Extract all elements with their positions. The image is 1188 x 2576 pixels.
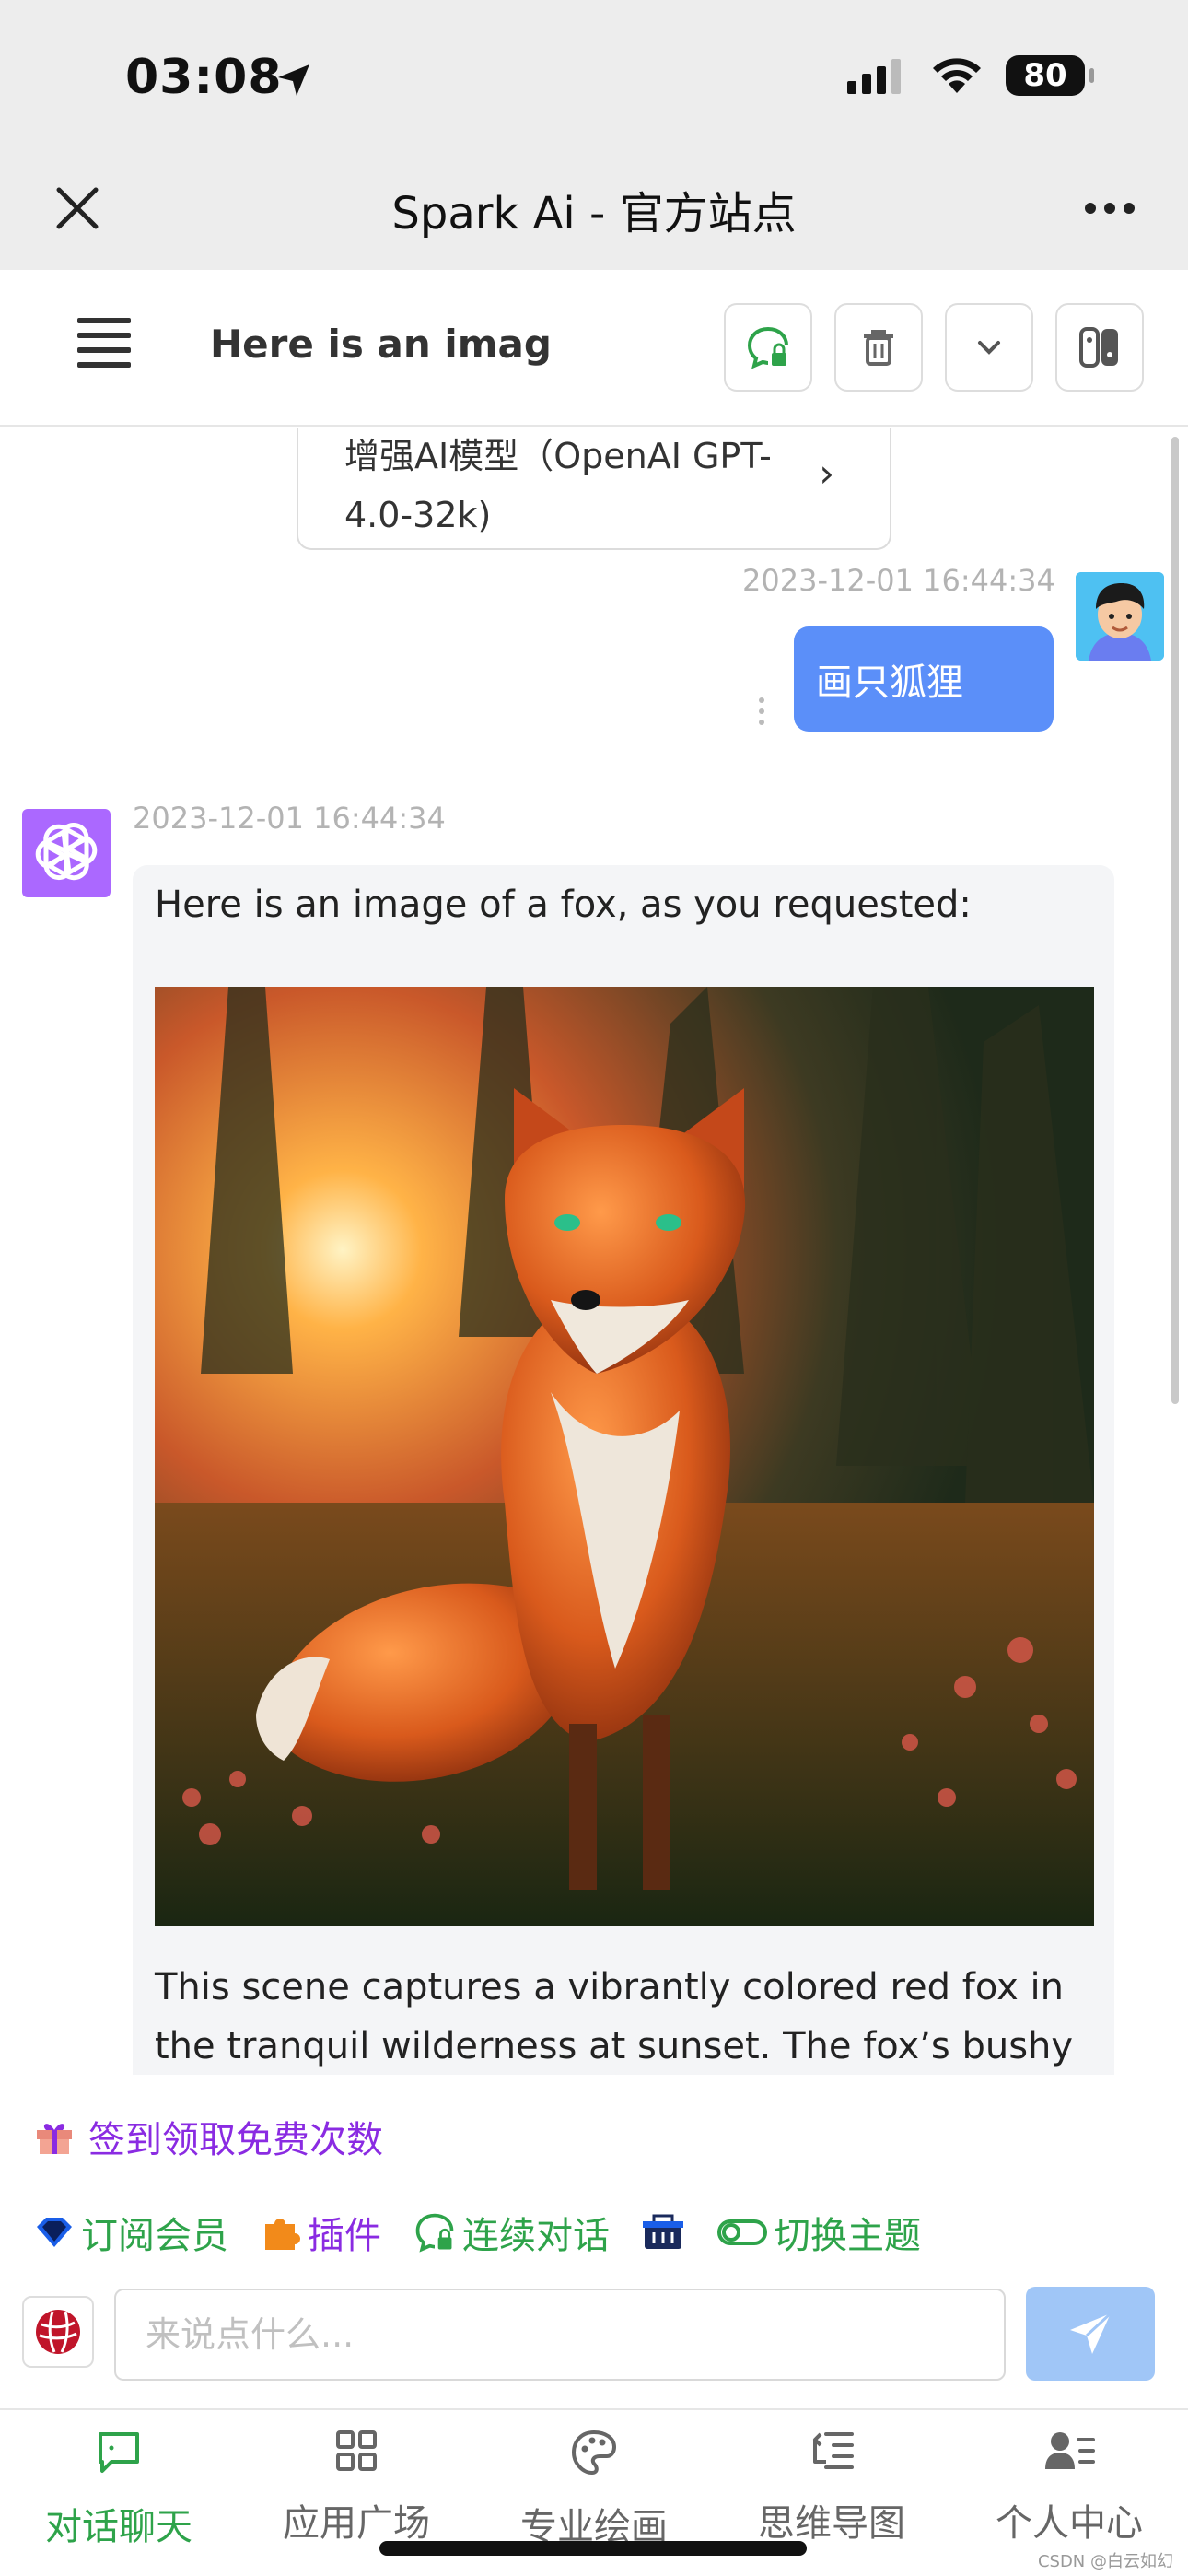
- wifi-icon: [933, 58, 981, 93]
- bot-avatar: [22, 809, 111, 897]
- user-message-bubble[interactable]: 画只狐狸: [794, 626, 1054, 732]
- tab-label: 对话聊天: [45, 2506, 192, 2548]
- switch-theme-label: 切换主题: [774, 2215, 921, 2257]
- tab-label: 个人中心: [996, 2502, 1143, 2545]
- signal-icon: [847, 59, 901, 94]
- app-header: Here is an imag: [0, 270, 1188, 427]
- location-arrow-icon: [278, 64, 309, 96]
- diamond-icon: [37, 2218, 72, 2247]
- model-card-text: 增强AI模型（OpenAI GPT-4.0-32k): [344, 436, 772, 535]
- status-icons: 80: [847, 55, 1094, 96]
- ball-logo-icon: [36, 2310, 80, 2354]
- trash-icon: [864, 330, 893, 366]
- signin-text: 签到领取免费次数: [88, 2119, 383, 2161]
- chat-area[interactable]: 增强AI模型（OpenAI GPT-4.0-32k) › 2023-12-01 …: [0, 428, 1188, 2075]
- tab-painting[interactable]: 专业绘画: [475, 2429, 713, 2550]
- generated-fox-image[interactable]: [155, 987, 1094, 1926]
- grid-icon: [336, 2430, 377, 2471]
- expand-button[interactable]: [945, 303, 1033, 392]
- home-indicator[interactable]: [379, 2541, 807, 2556]
- tab-profile[interactable]: 个人中心: [950, 2429, 1188, 2547]
- bot-message-text: Here is an image of a fox, as you reques…: [155, 884, 972, 926]
- top-bar: 03:08 80 Spark Ai - 官方站点: [0, 0, 1188, 270]
- puzzle-icon: [265, 2219, 300, 2250]
- battery-indicator: 80: [1006, 55, 1094, 96]
- openai-logo-icon: [35, 823, 98, 881]
- chevron-right-icon: ›: [819, 451, 834, 496]
- user-message-text: 画只狐狸: [816, 662, 963, 704]
- palette-icon: [571, 2430, 617, 2476]
- user-timestamp: 2023-12-01 16:44:34: [742, 563, 1055, 598]
- signin-link[interactable]: 签到领取免费次数: [33, 2110, 383, 2163]
- switch-layout-button[interactable]: [1055, 303, 1144, 392]
- bot-message-bubble[interactable]: Here is an image of a fox, as you reques…: [133, 865, 1114, 2075]
- delete-button[interactable]: [834, 303, 923, 392]
- continuous-chat-label: 连续对话: [462, 2215, 610, 2257]
- message-input[interactable]: [114, 2289, 1006, 2381]
- fox-image-illustration: [155, 987, 1094, 1926]
- chat-title: Here is an imag: [210, 322, 552, 367]
- message-more-icon[interactable]: [759, 697, 768, 731]
- status-time: 03:08: [125, 50, 283, 105]
- subscribe-button[interactable]: 订阅会员: [33, 2206, 228, 2259]
- continuous-chat-toggle[interactable]: 连续对话: [413, 2206, 610, 2259]
- basket-icon: [643, 2214, 683, 2249]
- chat-lock-icon: [415, 2213, 454, 2253]
- tab-label: 思维导图: [758, 2502, 905, 2545]
- user-avatar[interactable]: [1076, 572, 1164, 661]
- tool-row: 订阅会员 插件 连续对话 切换主题: [33, 2206, 952, 2259]
- plugins-label: 插件: [308, 2215, 381, 2257]
- chat-scrollbar[interactable]: [1171, 437, 1179, 1404]
- bot-timestamp: 2023-12-01 16:44:34: [133, 801, 446, 836]
- gift-icon: [37, 2124, 72, 2154]
- toggle-icon: [717, 2219, 767, 2245]
- more-icon[interactable]: [1083, 201, 1136, 216]
- switch-icon: [1079, 327, 1118, 368]
- send-button[interactable]: [1026, 2287, 1155, 2381]
- tab-label: 应用广场: [283, 2502, 430, 2545]
- switch-theme-button[interactable]: 切换主题: [716, 2206, 921, 2259]
- chat-icon: [99, 2432, 139, 2473]
- watermark: CSDN @白云如幻: [1037, 2552, 1173, 2571]
- send-icon: [1070, 2312, 1112, 2354]
- nav-title: Spark Ai - 官方站点: [391, 188, 797, 240]
- tab-mindmap[interactable]: 思维导图: [713, 2429, 950, 2547]
- cart-button[interactable]: [641, 2212, 685, 2253]
- menu-icon[interactable]: [77, 318, 131, 371]
- plugins-button[interactable]: 插件: [260, 2206, 381, 2259]
- chevron-down-icon: [978, 341, 1000, 355]
- subscribe-label: 订阅会员: [81, 2215, 228, 2257]
- continuous-chat-button[interactable]: [724, 303, 812, 392]
- tab-chat[interactable]: 对话聊天: [0, 2429, 238, 2550]
- input-row: [0, 2285, 1188, 2405]
- user-avatar-illustration: [1076, 572, 1164, 661]
- mindmap-icon: [813, 2432, 854, 2469]
- chat-lock-icon: [747, 327, 788, 369]
- user-card-icon: [1045, 2432, 1095, 2469]
- tab-apps[interactable]: 应用广场: [238, 2429, 475, 2547]
- bot-message-text-continued: This scene captures a vibrantly colored …: [155, 1966, 1074, 2067]
- model-selector-button[interactable]: [22, 2296, 94, 2368]
- model-card[interactable]: 增强AI模型（OpenAI GPT-4.0-32k) ›: [297, 428, 891, 550]
